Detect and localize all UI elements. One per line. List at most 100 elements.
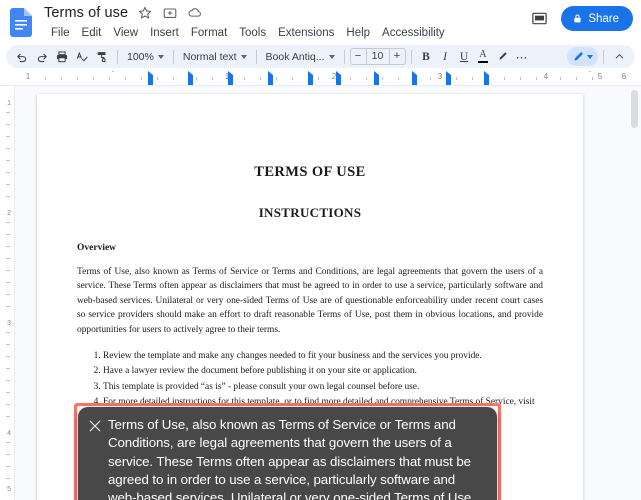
undo-icon[interactable]: [12, 47, 32, 66]
vertical-scroll-thumb[interactable]: [631, 90, 638, 128]
share-button-label: Share: [588, 13, 619, 25]
header-actions: Share: [527, 6, 633, 31]
ruler-number: 6: [622, 72, 626, 81]
list-item: Have a lawyer review the document before…: [103, 364, 543, 378]
menu-item-accessibility[interactable]: Accessibility: [376, 25, 451, 41]
menu-item-insert[interactable]: Insert: [144, 25, 185, 41]
list-item-text: For more detailed instructions for this …: [103, 397, 535, 407]
text-color-letter: A: [479, 50, 486, 60]
list-item: This template is provided “as is” - plea…: [103, 380, 543, 394]
ruler-number: 1: [26, 72, 30, 81]
right-indent-marker[interactable]: [584, 72, 596, 86]
document-canvas[interactable]: 1 2 3 4 5 TERMS OF USE INSTRUCTIONS: [0, 86, 641, 500]
ruler-track: 1 1 2 3 4 5 6: [0, 71, 641, 85]
toolbar-divider: [173, 50, 174, 64]
move-folder-icon[interactable]: [162, 5, 178, 21]
toolbar-divider: [256, 50, 257, 64]
menu-item-format[interactable]: Format: [185, 25, 233, 41]
lock-icon: [572, 13, 583, 24]
document-heading-1: TERMS OF USE: [77, 164, 543, 181]
edit-pencil-icon: [572, 50, 585, 63]
tab-stop-marker[interactable]: [308, 75, 313, 86]
overlay-text: Terms of Use, also known as Terms of Ser…: [108, 416, 485, 500]
zoom-value: 100%: [127, 51, 154, 63]
paint-format-icon[interactable]: [92, 47, 112, 66]
comment-history-icon[interactable]: [527, 7, 551, 31]
docs-file-icon[interactable]: [10, 8, 32, 37]
italic-button[interactable]: I: [436, 47, 455, 66]
cloud-saved-icon[interactable]: [187, 5, 203, 21]
chevron-down-icon: [587, 55, 593, 59]
document-section-title: Overview: [77, 243, 543, 253]
left-indent-marker[interactable]: [107, 72, 119, 86]
close-x-icon[interactable]: [88, 419, 102, 433]
toolbar-divider: [117, 50, 118, 64]
document-heading-2: INSTRUCTIONS: [77, 205, 543, 221]
chevron-down-icon: [158, 55, 164, 59]
print-icon[interactable]: [52, 47, 72, 66]
star-icon[interactable]: [137, 5, 153, 21]
highlight-pen-icon[interactable]: [493, 47, 513, 66]
tab-stop-marker[interactable]: [412, 75, 417, 86]
vertical-scrollbar[interactable]: [629, 86, 640, 500]
menu-item-edit[interactable]: Edit: [76, 25, 108, 41]
tab-stop-marker[interactable]: [336, 75, 341, 86]
paragraph-style-value: Normal text: [183, 51, 237, 63]
text-color-swatch: [478, 61, 488, 63]
editing-mode-button[interactable]: [567, 47, 598, 66]
formatting-toolbar: 100% Normal text Book Antiq... − 10 + B …: [6, 45, 635, 68]
horizontal-ruler[interactable]: 1 1 2 3 4 5 6: [0, 71, 641, 86]
document-content[interactable]: TERMS OF USE INSTRUCTIONS Overview Terms…: [37, 94, 583, 424]
share-button[interactable]: Share: [561, 6, 633, 31]
font-size-input[interactable]: 10: [366, 49, 390, 64]
ruler-number: 4: [544, 72, 548, 81]
vruler-number: 5: [7, 486, 11, 493]
vruler-number: 1: [7, 100, 11, 107]
redo-icon[interactable]: [32, 47, 52, 66]
google-docs-window: Terms of use File Edit View: [0, 0, 641, 500]
chevron-down-icon: [241, 55, 247, 59]
underline-button[interactable]: U: [455, 47, 474, 66]
vruler-number: 4: [7, 430, 11, 437]
vertical-ruler[interactable]: 1 2 3 4 5: [0, 86, 15, 500]
app-header: Terms of use File Edit View: [0, 0, 641, 45]
chevron-down-icon: [329, 55, 335, 59]
toolbar-divider: [411, 50, 412, 64]
font-size-decrease-button[interactable]: −: [351, 49, 366, 64]
font-family-value: Book Antiq...: [266, 51, 325, 63]
menu-bar: File Edit View Insert Format Tools Exten…: [45, 25, 451, 41]
paragraph-style-dropdown[interactable]: Normal text: [179, 47, 251, 66]
spellcheck-icon[interactable]: [72, 47, 92, 66]
page-title[interactable]: Terms of use: [44, 5, 128, 21]
ruler-number: 5: [598, 72, 602, 81]
document-paragraph: Terms of Use, also known as Terms of Ser…: [77, 265, 543, 337]
ruler-number: 3: [438, 72, 442, 81]
tab-stop-marker[interactable]: [446, 75, 451, 86]
menu-item-tools[interactable]: Tools: [233, 25, 272, 41]
document-title-row: Terms of use: [44, 5, 203, 21]
font-family-dropdown[interactable]: Book Antiq...: [262, 47, 339, 66]
tab-stop-marker[interactable]: [228, 75, 233, 86]
toolbar-divider: [344, 50, 345, 64]
vruler-number: 3: [7, 320, 11, 327]
screen-reader-tooltip-overlay[interactable]: Terms of Use, also known as Terms of Ser…: [78, 407, 497, 500]
menu-item-view[interactable]: View: [107, 25, 144, 41]
tab-stop-marker[interactable]: [374, 75, 379, 86]
toolbar-divider: [603, 50, 604, 64]
menu-item-file[interactable]: File: [45, 25, 76, 41]
tab-stop-marker[interactable]: [188, 75, 193, 86]
tab-stop-marker[interactable]: [484, 75, 489, 86]
menu-item-extensions[interactable]: Extensions: [272, 25, 340, 41]
text-color-button[interactable]: A: [474, 47, 493, 66]
tab-stop-marker[interactable]: [148, 75, 153, 86]
font-size-increase-button[interactable]: +: [390, 49, 405, 64]
more-options-button[interactable]: ⋯: [513, 47, 532, 66]
list-item: Review the template and make any changes…: [103, 349, 543, 363]
tab-stop-marker[interactable]: [268, 75, 273, 86]
bold-button[interactable]: B: [417, 47, 436, 66]
zoom-dropdown[interactable]: 100%: [123, 47, 168, 66]
chevron-up-icon[interactable]: [609, 47, 629, 66]
font-size-stepper: − 10 +: [350, 48, 406, 65]
menu-item-help[interactable]: Help: [340, 25, 376, 41]
vruler-number: 2: [7, 210, 11, 217]
